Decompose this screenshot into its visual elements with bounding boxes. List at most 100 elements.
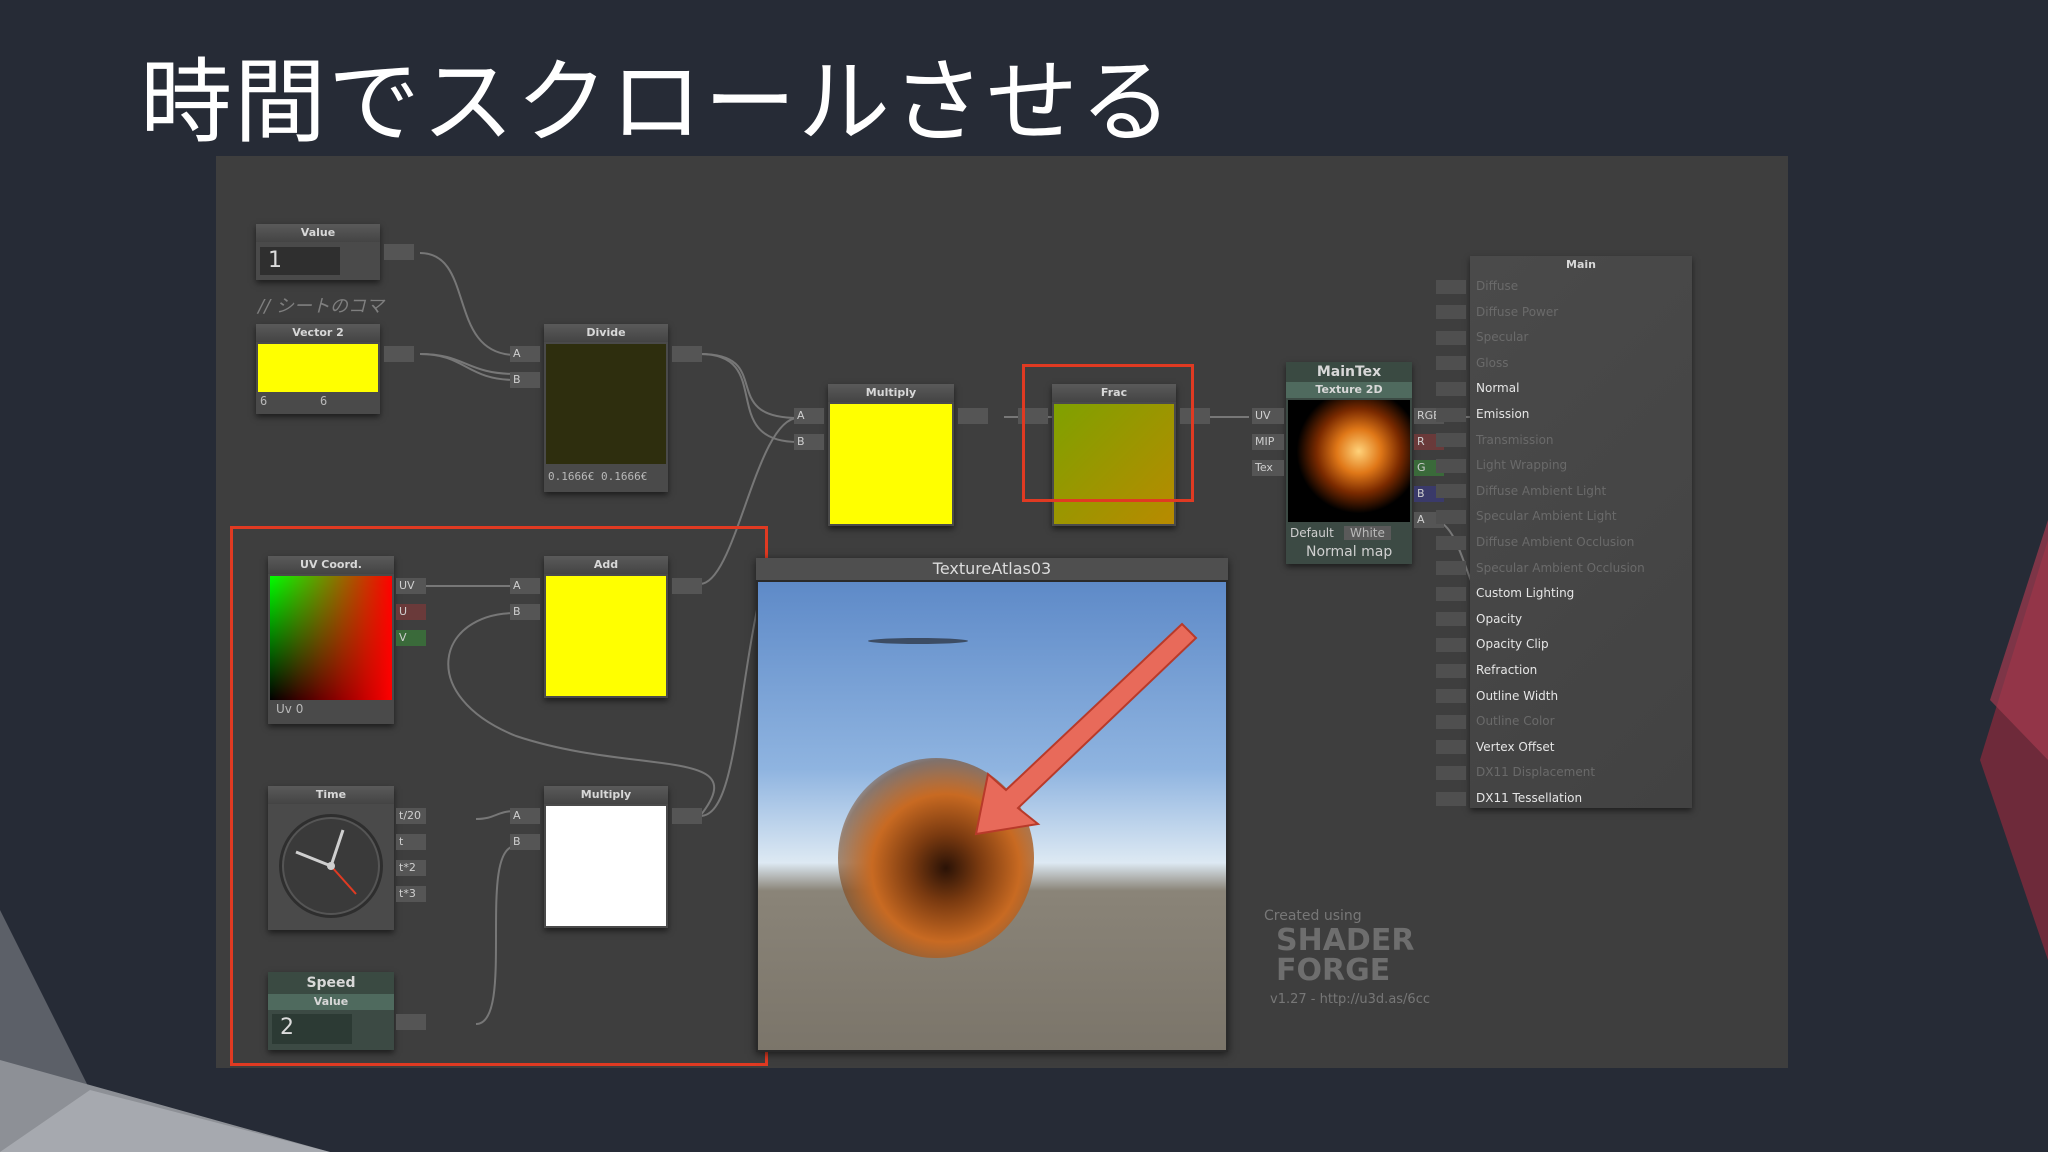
- main-input-3[interactable]: Gloss: [1436, 353, 1508, 373]
- arrow-icon: [974, 622, 1198, 836]
- vector2-node[interactable]: Vector 2 6 6: [256, 324, 380, 414]
- divide-node[interactable]: Divide 0.1666€ 0.1666€: [544, 324, 668, 492]
- main-input-4[interactable]: Normal: [1436, 378, 1519, 398]
- value-output-port[interactable]: [384, 244, 414, 260]
- maintex-node[interactable]: MainTex Texture 2D Default White Normal …: [1286, 362, 1412, 564]
- maintex-input-mip[interactable]: MIP: [1252, 434, 1284, 450]
- main-input-socket[interactable]: [1436, 663, 1466, 678]
- main-input-5[interactable]: Emission: [1436, 404, 1529, 424]
- vector2-output-port[interactable]: [384, 346, 414, 362]
- main-input-socket[interactable]: [1436, 689, 1466, 704]
- uvcoord-gradient: [270, 576, 392, 700]
- time-output-t2[interactable]: t*2: [396, 860, 426, 876]
- main-input-socket[interactable]: [1436, 484, 1466, 499]
- slide-title: 時間でスクロールさせる: [140, 49, 1175, 156]
- maintex-input-tex[interactable]: Tex: [1252, 460, 1284, 476]
- maintex-default-color[interactable]: White: [1344, 526, 1391, 540]
- main-input-socket[interactable]: [1436, 458, 1466, 473]
- main-input-socket[interactable]: [1436, 407, 1466, 422]
- main-input-20[interactable]: DX11 Tessellation: [1436, 788, 1582, 808]
- multiply-top-output-port[interactable]: [958, 408, 988, 424]
- multiply-top-input-a[interactable]: A: [794, 408, 824, 424]
- uvcoord-node[interactable]: UV Coord. Uv 0: [268, 556, 394, 724]
- uvcoord-channel[interactable]: Uv 0: [276, 702, 303, 716]
- main-input-15[interactable]: Refraction: [1436, 660, 1537, 680]
- multiply-bottom-input-b[interactable]: B: [510, 834, 540, 850]
- main-input-socket[interactable]: [1436, 612, 1466, 627]
- multiply-node-bottom[interactable]: Multiply: [544, 786, 668, 928]
- main-input-8[interactable]: Diffuse Ambient Light: [1436, 481, 1606, 501]
- multiply-bottom-output-port[interactable]: [672, 808, 702, 824]
- main-input-socket[interactable]: [1436, 330, 1466, 345]
- texture-preview-window[interactable]: TextureAtlas03: [756, 558, 1228, 1052]
- divide-readout: 0.1666€ 0.1666€: [548, 470, 648, 483]
- multiply-bottom-swatch: [546, 806, 666, 926]
- divide-output-port[interactable]: [672, 346, 702, 362]
- main-input-17[interactable]: Outline Color: [1436, 711, 1555, 731]
- main-input-socket[interactable]: [1436, 586, 1466, 601]
- main-input-socket[interactable]: [1436, 740, 1466, 755]
- value-field[interactable]: 1: [260, 247, 340, 275]
- clock-icon: [279, 814, 383, 918]
- main-input-socket[interactable]: [1436, 561, 1466, 576]
- divide-input-b[interactable]: B: [510, 372, 540, 388]
- time-output-t[interactable]: t: [396, 834, 426, 850]
- main-input-9[interactable]: Specular Ambient Light: [1436, 506, 1617, 526]
- uvcoord-output-u[interactable]: U: [396, 604, 426, 620]
- maintex-input-uv[interactable]: UV: [1252, 408, 1284, 424]
- multiply-top-input-b[interactable]: B: [794, 434, 824, 450]
- uvcoord-output-uv[interactable]: UV: [396, 578, 426, 594]
- main-input-socket[interactable]: [1436, 714, 1466, 729]
- vector2-x-field[interactable]: 6: [260, 394, 267, 408]
- main-input-10[interactable]: Diffuse Ambient Occlusion: [1436, 532, 1634, 552]
- vector2-y-field[interactable]: 6: [320, 394, 327, 408]
- main-input-2[interactable]: Specular: [1436, 327, 1528, 347]
- main-input-socket[interactable]: [1436, 433, 1466, 448]
- main-input-12[interactable]: Custom Lighting: [1436, 583, 1574, 603]
- add-input-a[interactable]: A: [510, 578, 540, 594]
- main-input-socket[interactable]: [1436, 791, 1466, 806]
- main-output-panel[interactable]: Main Diffuse Diffuse Power Specular Gloss No…: [1436, 256, 1692, 808]
- main-input-socket[interactable]: [1436, 535, 1466, 550]
- divide-input-a[interactable]: A: [510, 346, 540, 362]
- time-output-t3[interactable]: t*3: [396, 886, 426, 902]
- main-input-socket[interactable]: [1436, 381, 1466, 396]
- main-input-0[interactable]: Diffuse: [1436, 276, 1518, 296]
- speed-value-field[interactable]: 2: [272, 1014, 352, 1044]
- main-input-socket[interactable]: [1436, 509, 1466, 524]
- main-input-socket[interactable]: [1436, 765, 1466, 780]
- main-input-14[interactable]: Opacity Clip: [1436, 634, 1549, 654]
- multiply-bottom-input-a[interactable]: A: [510, 808, 540, 824]
- multiply-bottom-title: Multiply: [544, 786, 668, 804]
- main-input-16[interactable]: Outline Width: [1436, 686, 1558, 706]
- time-output-t20[interactable]: t/20: [396, 808, 426, 824]
- main-input-6[interactable]: Transmission: [1436, 430, 1554, 450]
- main-input-11[interactable]: Specular Ambient Occlusion: [1436, 558, 1645, 578]
- main-input-1[interactable]: Diffuse Power: [1436, 302, 1558, 322]
- main-input-socket[interactable]: [1436, 637, 1466, 652]
- speed-node[interactable]: Speed Value 2: [268, 972, 394, 1050]
- main-input-18[interactable]: Vertex Offset: [1436, 737, 1554, 757]
- speed-output-port[interactable]: [396, 1014, 426, 1030]
- add-input-b[interactable]: B: [510, 604, 540, 620]
- node-editor-canvas[interactable]: Value 1 // シートのコマ Vector 2 6 6 Divide 0.…: [216, 156, 1788, 1068]
- main-input-label: Specular Ambient Occlusion: [1476, 560, 1645, 575]
- main-input-13[interactable]: Opacity: [1436, 609, 1522, 629]
- main-input-socket[interactable]: [1436, 305, 1466, 320]
- maintex-mode[interactable]: Default: [1290, 526, 1334, 540]
- main-input-19[interactable]: DX11 Displacement: [1436, 762, 1595, 782]
- value-node[interactable]: Value 1: [256, 224, 380, 280]
- uvcoord-output-v[interactable]: V: [396, 630, 426, 646]
- add-node[interactable]: Add: [544, 556, 668, 698]
- time-node[interactable]: Time: [268, 786, 394, 930]
- speed-subtitle: Value: [268, 994, 394, 1010]
- main-input-label: Diffuse: [1476, 279, 1519, 293]
- maintex-normal-map[interactable]: Normal map: [1306, 544, 1392, 560]
- maintex-preview: [1288, 400, 1410, 522]
- main-input-socket[interactable]: [1436, 279, 1466, 294]
- multiply-node-top[interactable]: Multiply: [828, 384, 954, 526]
- main-input-7[interactable]: Light Wrapping: [1436, 455, 1567, 475]
- main-input-socket[interactable]: [1436, 356, 1466, 371]
- add-output-port[interactable]: [672, 578, 702, 594]
- multiply-top-swatch: [830, 404, 952, 524]
